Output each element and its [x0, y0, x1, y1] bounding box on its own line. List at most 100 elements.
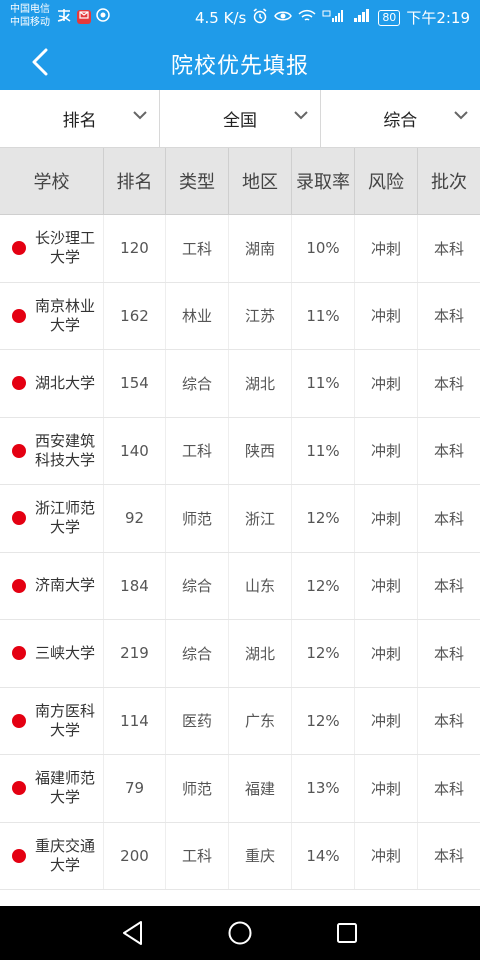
batch-cell: 本科 [433, 847, 464, 866]
rank-cell: 200 [104, 822, 166, 889]
table-row[interactable]: 西安建筑科技大学 140 工科 陕西 11% 冲刺 本科 [0, 417, 480, 485]
table-row[interactable]: 南京林业大学 162 林业 江苏 11% 冲刺 本科 [0, 282, 480, 350]
column-header-rate[interactable]: 录取率 [292, 148, 355, 214]
wifi-icon [298, 9, 316, 27]
region-cell: 湖南 [229, 215, 292, 282]
school-name: 济南大学 [34, 576, 95, 595]
rate-cell: 11% [292, 417, 355, 484]
nav-recent-button[interactable] [327, 913, 367, 953]
type-cell: 林业 [166, 282, 229, 349]
column-header-school[interactable]: 学校 [0, 148, 104, 214]
app-notification-icon [96, 8, 110, 26]
school-cell: 南方医科大学 [0, 687, 104, 754]
column-header-rank[interactable]: 排名 [104, 148, 166, 214]
batch-cell: 本科 [433, 307, 464, 326]
school-name: 福建师范大学 [34, 769, 95, 807]
table-row[interactable]: 浙江师范大学 92 师范 浙江 12% 冲刺 本科 [0, 485, 480, 553]
column-header-risk[interactable]: 风险 [355, 148, 418, 214]
region-cell: 湖北 [229, 620, 292, 687]
risk-dot-icon [12, 713, 26, 728]
risk-cell: 冲刺 [355, 552, 418, 619]
region-cell: 山东 [229, 552, 292, 619]
risk-cell: 冲刺 [355, 215, 418, 282]
risk-cell: 冲刺 [355, 485, 418, 552]
region-cell: 江苏 [229, 282, 292, 349]
rank-cell: 120 [104, 215, 166, 282]
school-cell: 浙江师范大学 [0, 485, 104, 552]
table-row[interactable]: 湖北大学 154 综合 湖北 11% 冲刺 本科 [0, 350, 480, 418]
risk-dot-icon [12, 781, 26, 796]
risk-cell: 冲刺 [355, 822, 418, 889]
table-body: 长沙理工大学 120 工科 湖南 10% 冲刺 本科 南京林业大学 162 林业 江苏 11% 冲刺 本科… [0, 215, 480, 890]
school-cell: 三峡大学 [0, 620, 104, 687]
batch-cell: 本科 [433, 509, 464, 528]
rate-cell: 12% [292, 485, 355, 552]
table-row[interactable]: 三峡大学 219 综合 湖北 12% 冲刺 本科 [0, 620, 480, 688]
filter-label: 综合 [383, 111, 418, 131]
rate-cell: 11% [292, 350, 355, 417]
status-right: 4.5 K/s 80 下午2:19 [195, 7, 470, 28]
triangle-back-icon [123, 921, 143, 945]
filter-bar: 排名 全国 综合 [0, 90, 480, 148]
type-cell: 综合 [166, 350, 229, 417]
pay-notification-icon [56, 8, 72, 26]
table-row[interactable]: 南方医科大学 114 医药 广东 12% 冲刺 本科 [0, 687, 480, 755]
school-cell: 福建师范大学 [0, 755, 104, 822]
type-cell: 综合 [166, 620, 229, 687]
battery-indicator: 80 [378, 9, 401, 26]
filter-region-dropdown[interactable]: 全国 [160, 90, 321, 147]
risk-cell: 冲刺 [355, 755, 418, 822]
region-cell: 湖北 [229, 350, 292, 417]
status-bar: 中国电信 中国移动 4.5 K/s 80 下午2:19 [0, 0, 480, 34]
rank-cell: 140 [104, 417, 166, 484]
risk-dot-icon [12, 376, 26, 391]
column-header-type[interactable]: 类型 [166, 148, 229, 214]
carrier-info: 中国电信 中国移动 [10, 3, 50, 29]
risk-cell: 冲刺 [355, 687, 418, 754]
table-header: 学校 排名 类型 地区 录取率 风险 批次 [0, 148, 480, 215]
region-cell: 浙江 [229, 485, 292, 552]
region-cell: 重庆 [229, 822, 292, 889]
type-cell: 师范 [166, 485, 229, 552]
rank-cell: 184 [104, 552, 166, 619]
table-row[interactable]: 福建师范大学 79 师范 福建 13% 冲刺 本科 [0, 755, 480, 823]
school-cell: 长沙理工大学 [0, 215, 104, 282]
rank-cell: 79 [104, 755, 166, 822]
region-cell: 福建 [229, 755, 292, 822]
type-cell: 师范 [166, 755, 229, 822]
nav-home-button[interactable] [220, 913, 260, 953]
app-header: 中国电信 中国移动 4.5 K/s 80 下午2:19 院校优先填报 [0, 0, 480, 90]
eye-comfort-icon [274, 9, 293, 27]
school-cell: 重庆交通大学 [0, 822, 104, 889]
risk-cell: 冲刺 [355, 350, 418, 417]
table-row[interactable]: 重庆交通大学 200 工科 重庆 14% 冲刺 本科 [0, 822, 480, 890]
filter-rank-dropdown[interactable]: 排名 [0, 90, 161, 147]
column-header-region[interactable]: 地区 [229, 148, 292, 214]
batch-cell: 本科 [433, 644, 464, 663]
rank-cell: 154 [104, 350, 166, 417]
column-header-batch[interactable]: 批次 [418, 148, 480, 214]
system-navigation-bar [0, 906, 480, 960]
school-name: 南方医科大学 [34, 701, 95, 739]
type-cell: 工科 [166, 417, 229, 484]
school-table: 学校 排名 类型 地区 录取率 风险 批次 长沙理工大学 120 工科 湖南 10% 冲刺… [0, 148, 480, 890]
rate-cell: 10% [292, 215, 355, 282]
type-cell: 工科 [166, 215, 229, 282]
rate-cell: 12% [292, 687, 355, 754]
region-cell: 广东 [229, 687, 292, 754]
school-name: 重庆交通大学 [34, 836, 95, 874]
table-row[interactable]: 长沙理工大学 120 工科 湖南 10% 冲刺 本科 [0, 215, 480, 283]
alarm-icon [252, 7, 268, 28]
risk-dot-icon [12, 241, 26, 256]
nav-back-button[interactable] [113, 913, 153, 953]
table-row[interactable]: 济南大学 184 综合 山东 12% 冲刺 本科 [0, 552, 480, 620]
risk-cell: 冲刺 [355, 417, 418, 484]
school-name: 长沙理工大学 [34, 229, 95, 267]
filter-type-dropdown[interactable]: 综合 [321, 90, 480, 147]
risk-dot-icon [12, 511, 26, 526]
square-recent-icon [336, 923, 357, 943]
rank-cell: 92 [104, 485, 166, 552]
risk-dot-icon [12, 578, 26, 593]
school-name: 三峡大学 [34, 643, 95, 662]
network-speed: 4.5 K/s [194, 8, 247, 27]
